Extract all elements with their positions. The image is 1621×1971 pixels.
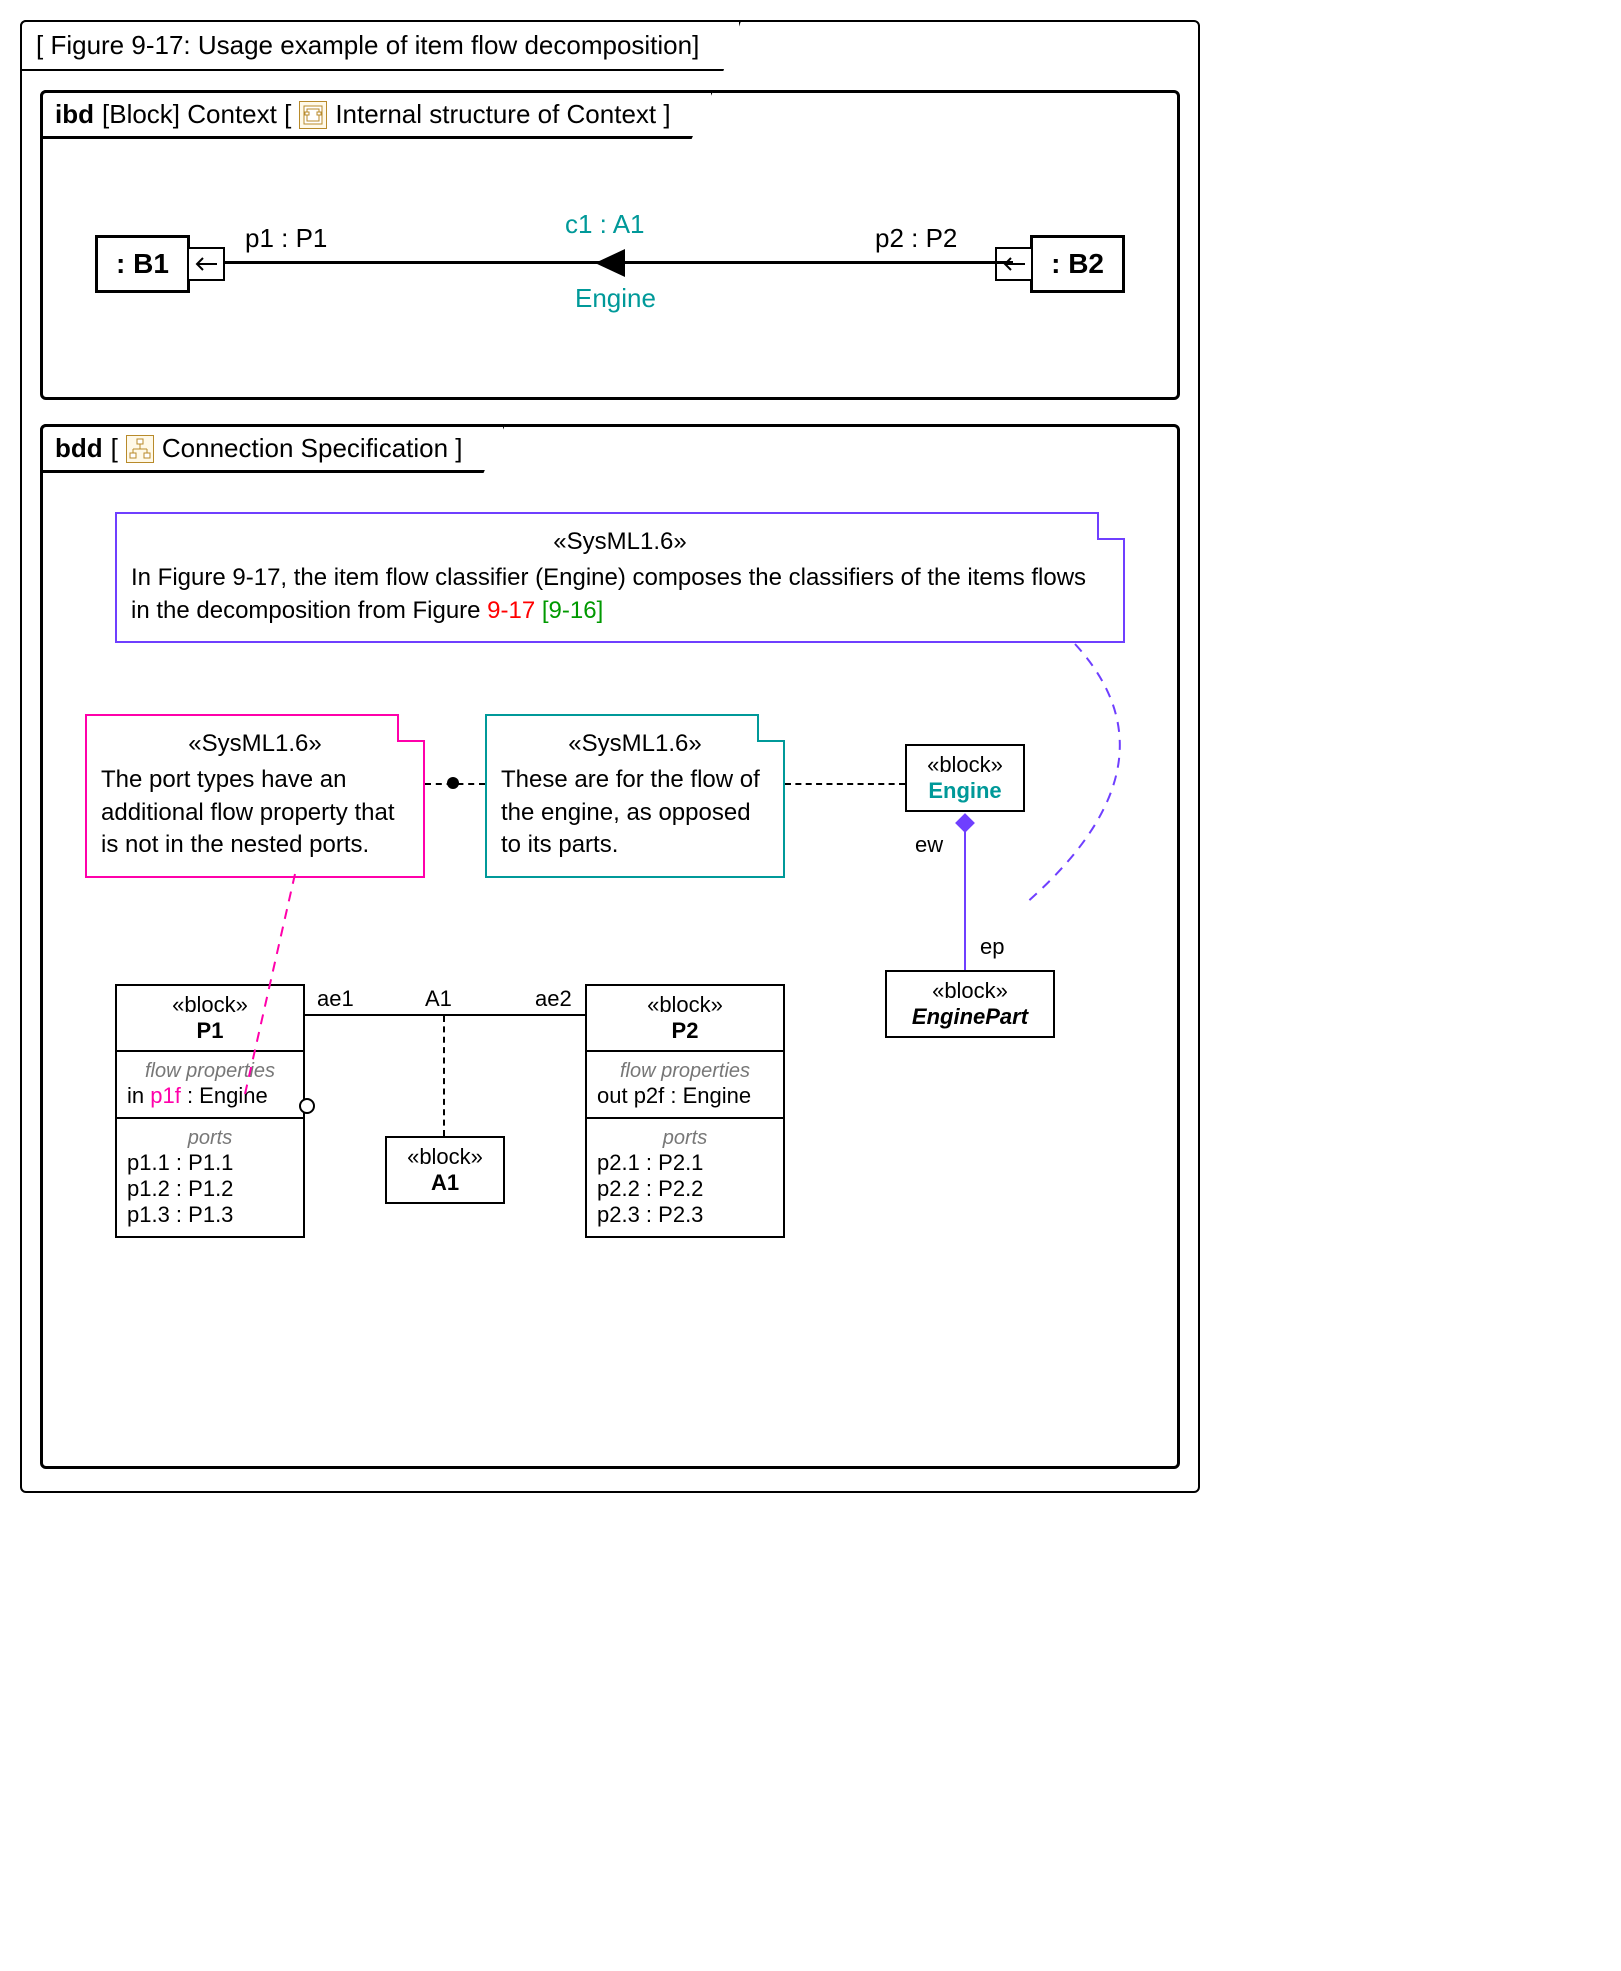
note-teal-text: These are for the flow of the engine, as… [501,764,769,861]
block-b2: : B2 [1030,235,1125,293]
bdd-bracket: [ [111,433,118,464]
itemflow-arrow-icon [595,249,625,277]
port-b1 [187,247,225,281]
ibd-frame-label: [Block] Context [ [102,99,291,130]
block-p2: «block» P2 flow properties out p2f : Eng… [585,984,785,1238]
note-magenta-text: The port types have an additional flow p… [101,764,409,861]
block-enginepart: «block» EnginePart [885,970,1055,1038]
ae2-label: ae2 [535,986,572,1012]
note-purple-stereo: «SysML1.6» [131,526,1109,558]
block-a1: «block» A1 [385,1136,505,1204]
dash-purple-engine [1015,644,1195,924]
dash-teal-engine [785,783,905,785]
ibd-body: : B1 : B2 p1 : P1 p2 : P2 c1 : A1 Engine [55,165,1165,385]
bdd-icon [126,435,154,463]
block-engine: «block» Engine [905,744,1025,812]
assoc-line [305,1014,585,1016]
bdd-frame: bdd [ Connection Specification ] «SysML1… [40,424,1180,1469]
note-purple-text: In Figure 9-17, the item flow classifier… [131,562,1109,627]
ibd-tab: ibd [Block] Context [ Internal structure… [40,90,714,139]
note-teal: «SysML1.6» These are for the flow of the… [485,714,785,878]
figure-frame: [ Figure 9-17: Usage example of item flo… [20,20,1200,1493]
ibd-icon [299,101,327,129]
note-magenta-stereo: «SysML1.6» [101,728,409,760]
note-purple: «SysML1.6» In Figure 9-17, the item flow… [115,512,1125,643]
block-engine-hdr: «block» Engine [907,746,1023,810]
dash-connector-notes [425,783,485,785]
figure-title: [ Figure 9-17: Usage example of item flo… [36,30,699,60]
assoc-name-label: A1 [425,986,452,1012]
note-magenta: «SysML1.6» The port types have an additi… [85,714,425,878]
composition-line [964,830,966,970]
ibd-frame: ibd [Block] Context [ Internal structure… [40,90,1180,400]
bdd-body: «SysML1.6» In Figure 9-17, the item flow… [55,494,1165,1454]
role-ep: ep [980,934,1004,960]
ibd-kind: ibd [55,99,94,130]
figure-title-tab: [ Figure 9-17: Usage example of item flo… [20,20,741,71]
bdd-kind: bdd [55,433,103,464]
role-ew: ew [915,832,943,858]
bdd-title: Connection Specification ] [162,433,463,464]
bdd-tab: bdd [ Connection Specification ] [40,424,506,473]
ae1-label: ae1 [317,986,354,1012]
p2-flowprop: out p2f : Engine [597,1083,773,1109]
block-enginepart-hdr: «block» EnginePart [887,972,1053,1036]
p1-label: p1 : P1 [245,223,327,254]
port-b2 [995,247,1033,281]
note-teal-stereo: «SysML1.6» [501,728,769,760]
p2-label: p2 : P2 [875,223,957,254]
dash-assoc-a1 [443,1016,445,1136]
ibd-subtitle: Internal structure of Context ] [335,99,670,130]
block-b1: : B1 [95,235,190,293]
flow-name: c1 : A1 [565,209,645,240]
flow-type: Engine [575,283,656,314]
